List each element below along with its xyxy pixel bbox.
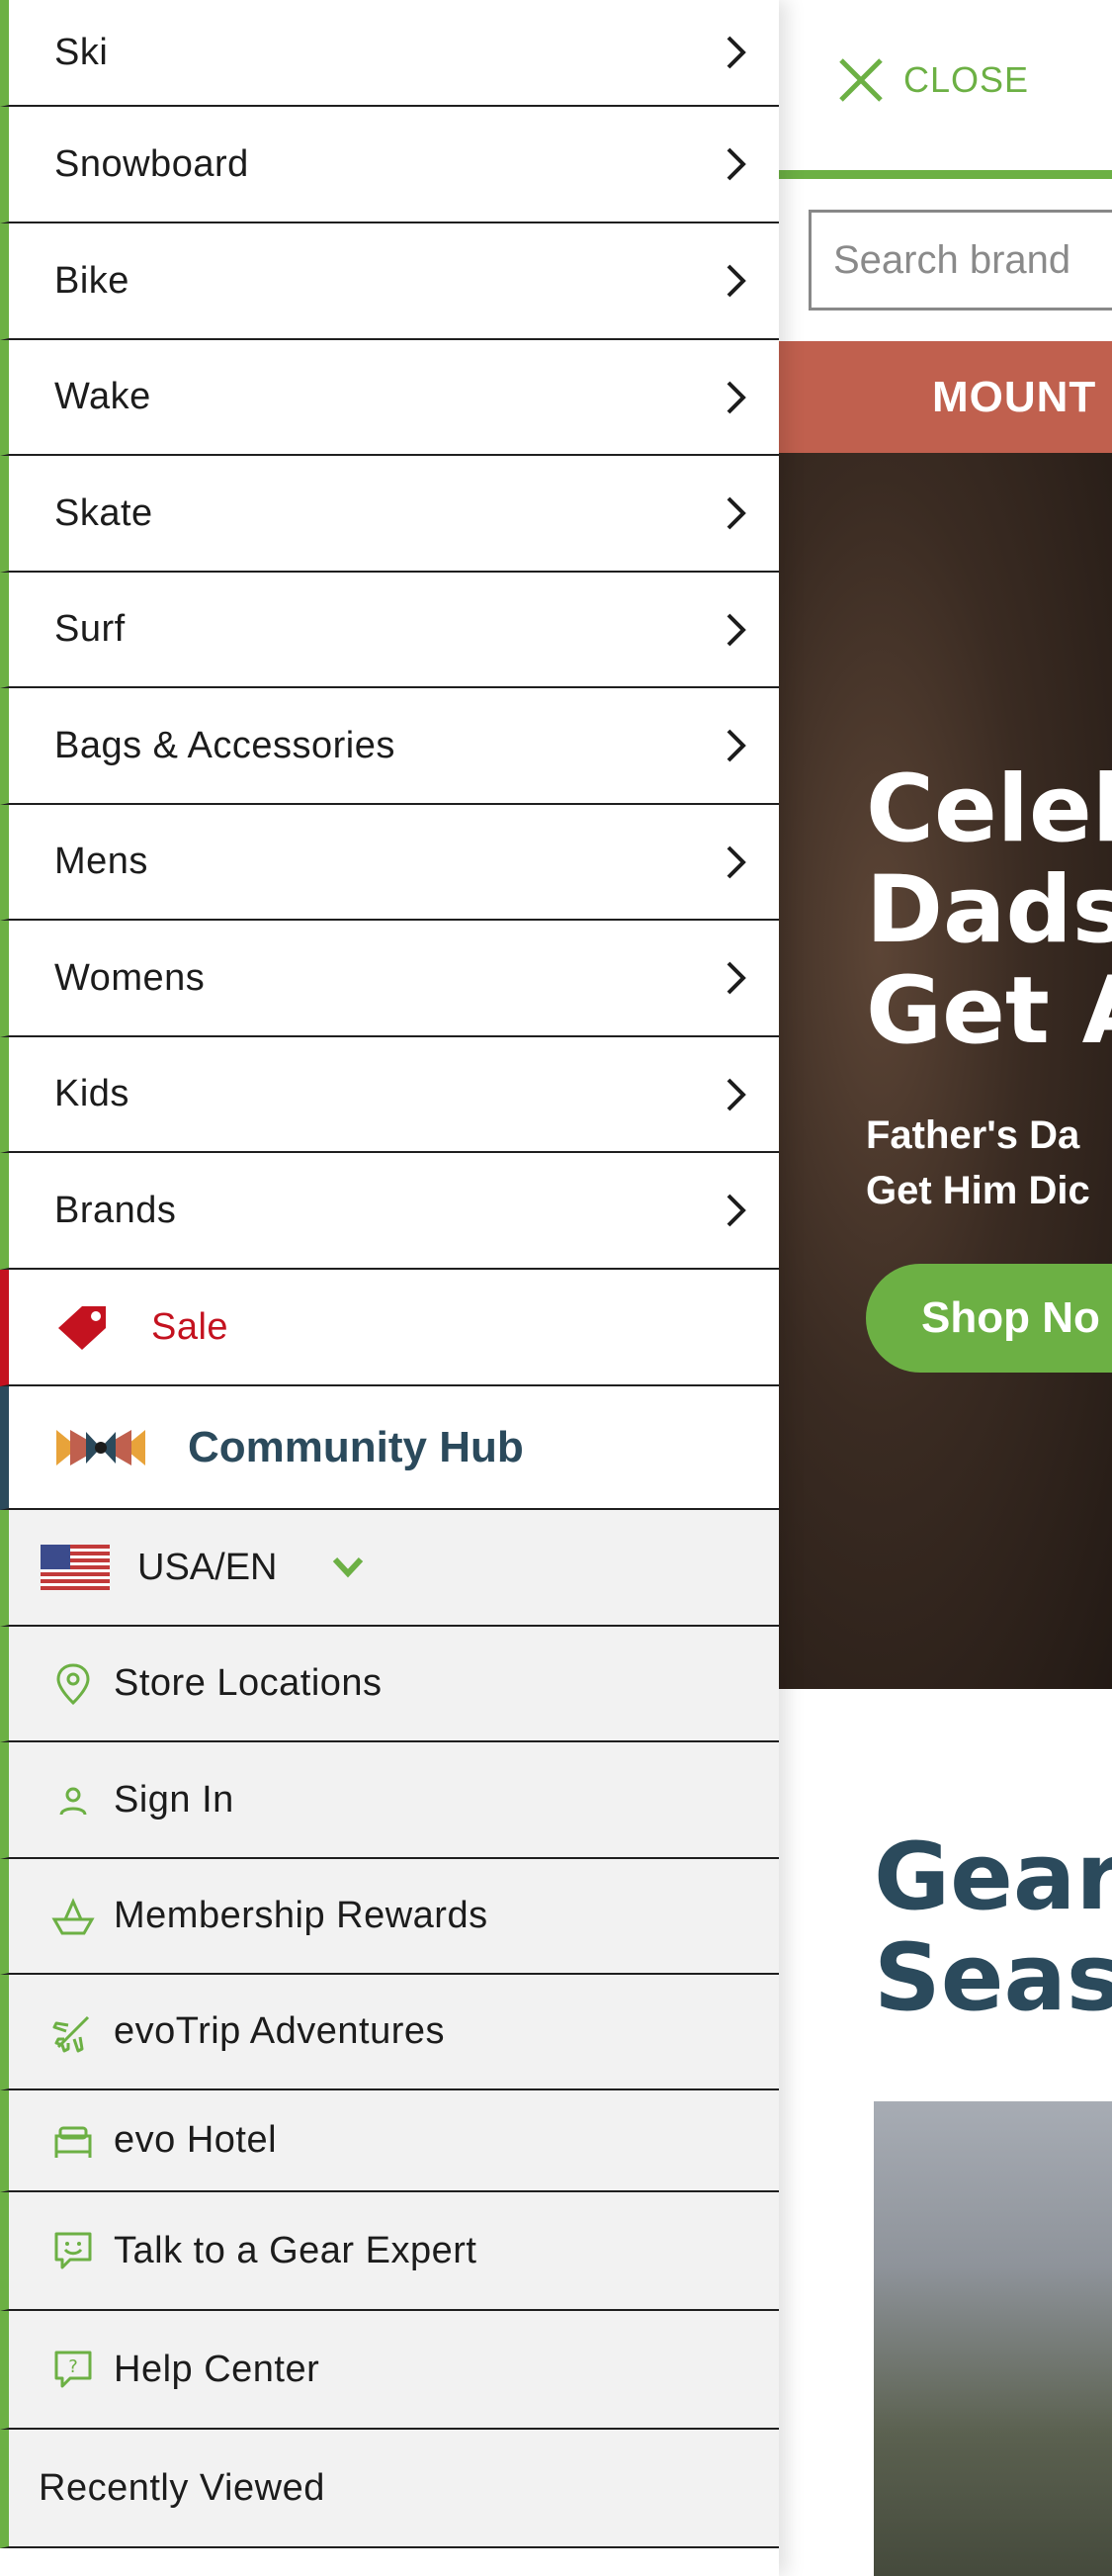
membership-rewards-link[interactable]: Membership Rewards — [0, 1859, 779, 1975]
store-locations-label: Store Locations — [114, 1662, 383, 1704]
chat-smile-icon — [54, 2232, 92, 2269]
menu-item-sale[interactable]: Sale — [0, 1270, 779, 1386]
menu-item-label: Bags & Accessories — [54, 724, 395, 766]
menu-item-bags-accessories[interactable]: Bags & Accessories — [0, 688, 779, 805]
community-hub-label: Community Hub — [188, 1422, 524, 1471]
menu-item-kids[interactable]: Kids — [0, 1037, 779, 1153]
community-logo-icon — [56, 1429, 145, 1466]
bed-icon — [54, 2126, 92, 2158]
store-locations-link[interactable]: Store Locations — [0, 1627, 779, 1742]
locale-label: USA/EN — [137, 1546, 278, 1588]
header-divider — [779, 170, 1112, 179]
menu-item-ski[interactable]: Ski — [0, 0, 779, 107]
menu-item-womens[interactable]: Womens — [0, 921, 779, 1037]
shop-now-button[interactable]: Shop No — [866, 1264, 1112, 1373]
help-center-link[interactable]: ? Help Center — [0, 2311, 779, 2430]
recently-viewed-label: Recently Viewed — [39, 2466, 325, 2509]
menu-item-mens[interactable]: Mens — [0, 805, 779, 921]
menu-item-community-hub[interactable]: Community Hub — [0, 1386, 779, 1510]
chevron-right-icon — [727, 845, 746, 878]
us-flag-icon — [41, 1545, 110, 1590]
menu-item-label: Kids — [54, 1073, 129, 1114]
navigation-drawer: Ski Snowboard Bike Wake Skate Surf Bags … — [0, 0, 779, 2576]
chevron-right-icon — [727, 1194, 746, 1227]
airplane-icon — [52, 2015, 90, 2052]
hero-banner[interactable]: Celebr Dads V Get Af Father's Da Get Him… — [779, 453, 1112, 1689]
evo-hotel-label: evo Hotel — [114, 2119, 278, 2161]
menu-item-label: Wake — [54, 376, 151, 417]
talk-to-gear-expert-link[interactable]: Talk to a Gear Expert — [0, 2192, 779, 2311]
product-photo[interactable] — [874, 2101, 1112, 2576]
chevron-right-icon — [727, 961, 746, 995]
price-tag-icon — [58, 1306, 106, 1350]
chevron-down-icon — [332, 1556, 364, 1578]
menu-item-label: Snowboard — [54, 142, 249, 185]
chevron-right-icon — [727, 496, 746, 530]
menu-item-surf[interactable]: Surf — [0, 573, 779, 688]
hero-subtitle: Father's Da Get Him Dic — [866, 1113, 1090, 1212]
chevron-right-icon — [727, 381, 746, 413]
talk-to-gear-expert-label: Talk to a Gear Expert — [114, 2229, 477, 2271]
menu-item-snowboard[interactable]: Snowboard — [0, 107, 779, 223]
sale-label: Sale — [151, 1305, 229, 1348]
menu-item-label: Brands — [54, 1189, 177, 1231]
evotrip-adventures-link[interactable]: evoTrip Adventures — [0, 1975, 779, 2090]
help-center-label: Help Center — [114, 2348, 320, 2390]
menu-item-label: Bike — [54, 259, 129, 302]
menu-item-label: Womens — [54, 956, 206, 999]
svg-text:?: ? — [68, 2356, 78, 2377]
page-background: CLOSE Search brand MOUNT Celebr Dads V G… — [779, 0, 1112, 2576]
close-button[interactable]: CLOSE — [836, 55, 1029, 105]
promo-banner[interactable]: MOUNT — [779, 341, 1112, 453]
menu-item-label: Mens — [54, 841, 148, 882]
map-pin-icon — [56, 1662, 90, 1705]
menu-item-label: Ski — [54, 31, 109, 73]
menu-item-bike[interactable]: Bike — [0, 223, 779, 340]
chevron-right-icon — [727, 1078, 746, 1110]
recently-viewed-link[interactable]: Recently Viewed — [0, 2430, 779, 2548]
menu-item-brands[interactable]: Brands — [0, 1153, 779, 1270]
chevron-right-icon — [727, 264, 746, 298]
chevron-right-icon — [727, 613, 746, 646]
sign-in-label: Sign In — [114, 1778, 234, 1821]
help-bubble-icon: ? — [54, 2351, 92, 2388]
chevron-right-icon — [727, 36, 746, 69]
close-label: CLOSE — [903, 59, 1030, 100]
user-icon — [59, 1787, 87, 1816]
menu-item-label: Skate — [54, 491, 153, 534]
evo-hotel-link[interactable]: evo Hotel — [0, 2090, 779, 2192]
section-title: Gear u Seaso — [874, 1823, 1112, 2032]
membership-rewards-label: Membership Rewards — [114, 1895, 488, 1936]
menu-item-label: Surf — [54, 608, 126, 650]
menu-item-wake[interactable]: Wake — [0, 340, 779, 456]
locale-selector[interactable]: USA/EN — [0, 1510, 779, 1627]
rewards-icon — [51, 1897, 95, 1934]
evotrip-adventures-label: evoTrip Adventures — [114, 2010, 445, 2052]
sign-in-link[interactable]: Sign In — [0, 1742, 779, 1859]
menu-item-skate[interactable]: Skate — [0, 456, 779, 573]
search-input[interactable]: Search brand — [809, 210, 1112, 311]
hero-title: Celebr Dads V Get Af — [866, 755, 1112, 1065]
chevron-right-icon — [727, 729, 746, 762]
chevron-right-icon — [727, 147, 746, 181]
close-icon — [839, 58, 883, 102]
